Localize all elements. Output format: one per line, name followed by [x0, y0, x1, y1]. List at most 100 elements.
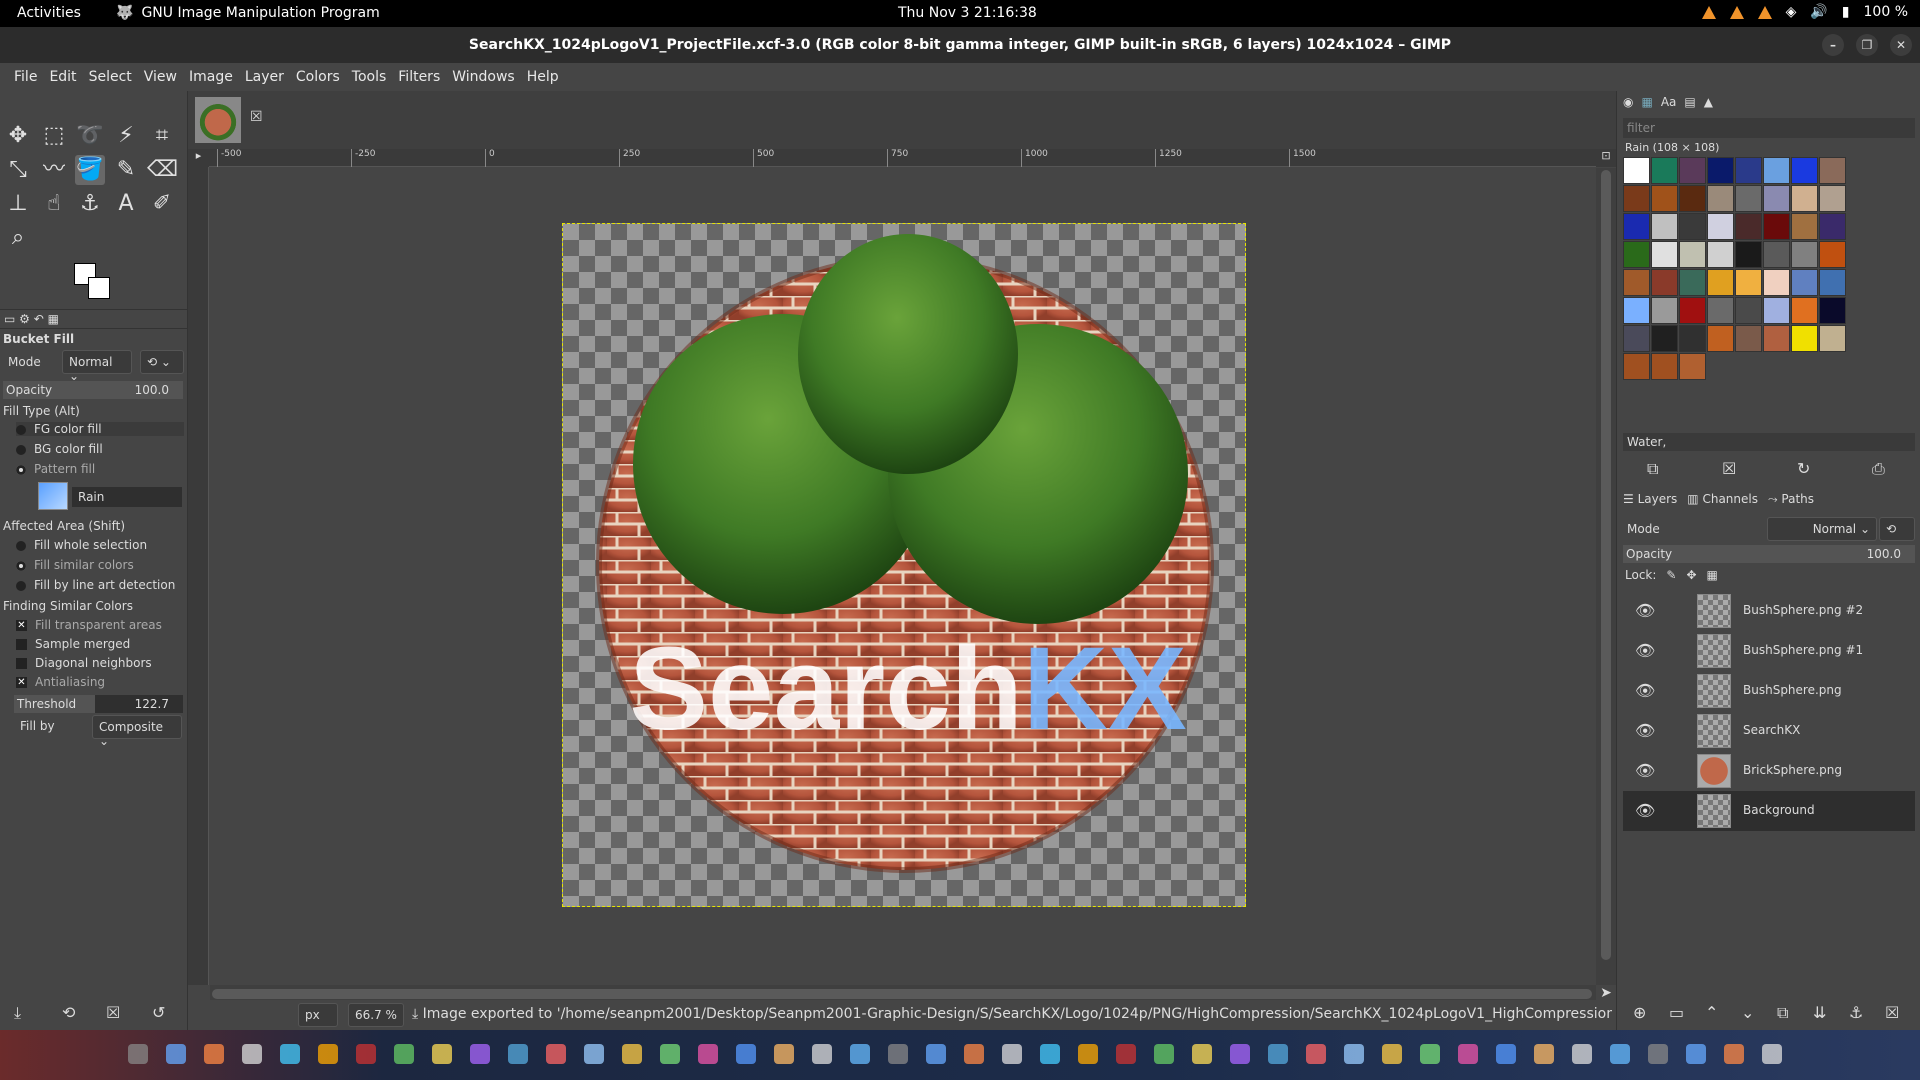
move-tool-icon[interactable]: ✥ [3, 121, 33, 151]
menu-help[interactable]: Help [521, 69, 565, 85]
taskbar-app-icon[interactable] [1686, 1044, 1706, 1064]
layer-row[interactable]: 👁 BushSphere.png [1623, 671, 1915, 711]
tab-channels[interactable]: ▥ Channels [1687, 492, 1758, 507]
taskbar-app-icon[interactable] [546, 1044, 566, 1064]
check-sample-merged[interactable]: Sample merged [16, 637, 130, 651]
affected-similar[interactable]: Fill similar colors [16, 558, 134, 572]
battery-icon[interactable]: ▮ [1842, 4, 1850, 20]
lock-alpha-icon[interactable]: ▦ [1707, 568, 1718, 582]
layer-opacity-slider[interactable]: Opacity 100.0 [1623, 545, 1915, 563]
taskbar-app-icon[interactable] [1420, 1044, 1440, 1064]
pattern-swatch[interactable] [1791, 185, 1818, 212]
anchor-layer-icon[interactable]: ⚓ [1849, 1003, 1863, 1022]
layer-row[interactable]: 👁 BushSphere.png #1 [1623, 631, 1915, 671]
delete-layer-icon[interactable]: ☒ [1885, 1003, 1899, 1022]
refresh-patterns-icon[interactable]: ↻ [1797, 459, 1810, 478]
pattern-swatch[interactable] [1819, 269, 1846, 296]
unit-select[interactable]: px ⌄ [298, 1003, 338, 1036]
taskbar-app-icon[interactable] [1572, 1044, 1592, 1064]
pattern-swatch[interactable] [1651, 241, 1678, 268]
pattern-swatch[interactable] [1623, 325, 1650, 352]
pattern-swatch[interactable] [1763, 157, 1790, 184]
taskbar-app-icon[interactable] [1648, 1044, 1668, 1064]
pattern-swatch[interactable] [1819, 213, 1846, 240]
visibility-eye-icon[interactable]: 👁 [1635, 721, 1655, 740]
tab-paths[interactable]: ⤳ Paths [1768, 492, 1814, 507]
save-tool-preset-icon[interactable]: ⤓ [14, 1003, 21, 1023]
visibility-eye-icon[interactable]: 👁 [1635, 761, 1655, 780]
pattern-swatch[interactable] [1707, 213, 1734, 240]
window-title-bar[interactable]: SearchKX_1024pLogoV1_ProjectFile.xcf-3.0… [0, 27, 1920, 63]
pattern-swatch[interactable] [1791, 213, 1818, 240]
taskbar-app-icon[interactable] [356, 1044, 376, 1064]
zoom-select[interactable]: 66.7 % [348, 1003, 404, 1027]
pattern-swatch[interactable] [1623, 185, 1650, 212]
menu-file[interactable]: File [8, 69, 43, 85]
affected-lineart[interactable]: Fill by line art detection [16, 578, 175, 592]
open-pattern-icon[interactable]: ⎙ [1872, 459, 1885, 479]
paths-tool-icon[interactable]: ⚓ [75, 189, 105, 219]
pattern-swatch[interactable] [1707, 297, 1734, 324]
pattern-swatch[interactable] [1679, 213, 1706, 240]
maximize-button[interactable]: ❐ [1856, 34, 1878, 56]
pattern-swatch[interactable] [1623, 241, 1650, 268]
visibility-eye-icon[interactable]: 👁 [1635, 641, 1655, 660]
warning-icon[interactable] [1701, 5, 1716, 19]
patterns-tab-icon[interactable]: ▦ [1641, 95, 1652, 109]
menu-filters[interactable]: Filters [392, 69, 446, 85]
taskbar-app-icon[interactable] [1724, 1044, 1744, 1064]
pattern-swatch[interactable] [1679, 185, 1706, 212]
pattern-swatch[interactable] [1819, 325, 1846, 352]
fill-type-fg[interactable]: FG color fill [16, 422, 184, 436]
quick-mask-toggle[interactable]: ▸ [188, 149, 209, 167]
taskbar-app-icon[interactable] [204, 1044, 224, 1064]
pattern-swatch[interactable] [1707, 325, 1734, 352]
pattern-swatch[interactable] [1679, 269, 1706, 296]
lasso-tool-icon[interactable]: ➰ [75, 121, 105, 151]
pattern-swatch[interactable] [1651, 157, 1678, 184]
raise-layer-icon[interactable]: ⌃ [1705, 1003, 1718, 1022]
taskbar-app-icon[interactable] [1116, 1044, 1136, 1064]
reset-tool-options-icon[interactable]: ↺ [152, 1003, 165, 1022]
fuzzy-select-tool-icon[interactable]: ⚡ [111, 121, 141, 151]
pattern-swatch[interactable] [1679, 353, 1706, 380]
warp-tool-icon[interactable]: 〰 [39, 155, 69, 185]
duplicate-layer-icon[interactable]: ⧉ [1777, 1003, 1788, 1023]
merge-layer-icon[interactable]: ⇊ [1813, 1003, 1826, 1022]
taskbar-app-icon[interactable] [888, 1044, 908, 1064]
taskbar-app-icon[interactable] [660, 1044, 680, 1064]
fill-type-bg[interactable]: BG color fill [16, 442, 103, 456]
pattern-swatch[interactable] [1679, 157, 1706, 184]
new-layer-group-icon[interactable]: ▭ [1669, 1003, 1684, 1022]
check-antialiasing[interactable]: ✕ Antialiasing [16, 675, 105, 689]
background-color-swatch[interactable] [88, 277, 110, 299]
taskbar-app-icon[interactable] [1534, 1044, 1554, 1064]
pattern-swatch[interactable] [1679, 297, 1706, 324]
delete-tool-preset-icon[interactable]: ☒ [106, 1003, 120, 1022]
taskbar-app-icon[interactable] [1344, 1044, 1364, 1064]
image-tab-thumbnail[interactable] [195, 97, 241, 143]
taskbar-app-icon[interactable] [736, 1044, 756, 1064]
lock-pixels-icon[interactable]: ✎ [1666, 568, 1676, 582]
check-fill-transparent[interactable]: ✕ Fill transparent areas [16, 618, 162, 632]
taskbar-app-icon[interactable] [508, 1044, 528, 1064]
fonts-tab-icon[interactable]: Aa [1661, 95, 1677, 109]
pattern-swatch[interactable] [1763, 325, 1790, 352]
taskbar-app-icon[interactable] [926, 1044, 946, 1064]
pattern-preview[interactable] [38, 482, 68, 510]
pattern-swatch[interactable] [1819, 241, 1846, 268]
taskbar-app-icon[interactable] [1762, 1044, 1782, 1064]
tool-options-tabs[interactable]: ▭ ⚙ ↶ ▦ [0, 309, 188, 329]
mode-reset-button[interactable]: ⟲ ⌄ [140, 350, 184, 374]
lower-layer-icon[interactable]: ⌄ [1741, 1003, 1754, 1022]
menu-image[interactable]: Image [183, 69, 239, 85]
menu-colors[interactable]: Colors [290, 69, 346, 85]
brushes-tab-icon[interactable]: ◉ [1623, 95, 1633, 109]
zoom-tool-icon[interactable]: ⌕ [3, 223, 33, 253]
pattern-swatch[interactable] [1623, 213, 1650, 240]
taskbar-app-icon[interactable] [280, 1044, 300, 1064]
taskbar-app-icon[interactable] [128, 1044, 148, 1064]
app-menu[interactable]: 🐺 GNU Image Manipulation Program [116, 5, 380, 21]
pattern-swatch[interactable] [1791, 269, 1818, 296]
taskbar-app-icon[interactable] [470, 1044, 490, 1064]
